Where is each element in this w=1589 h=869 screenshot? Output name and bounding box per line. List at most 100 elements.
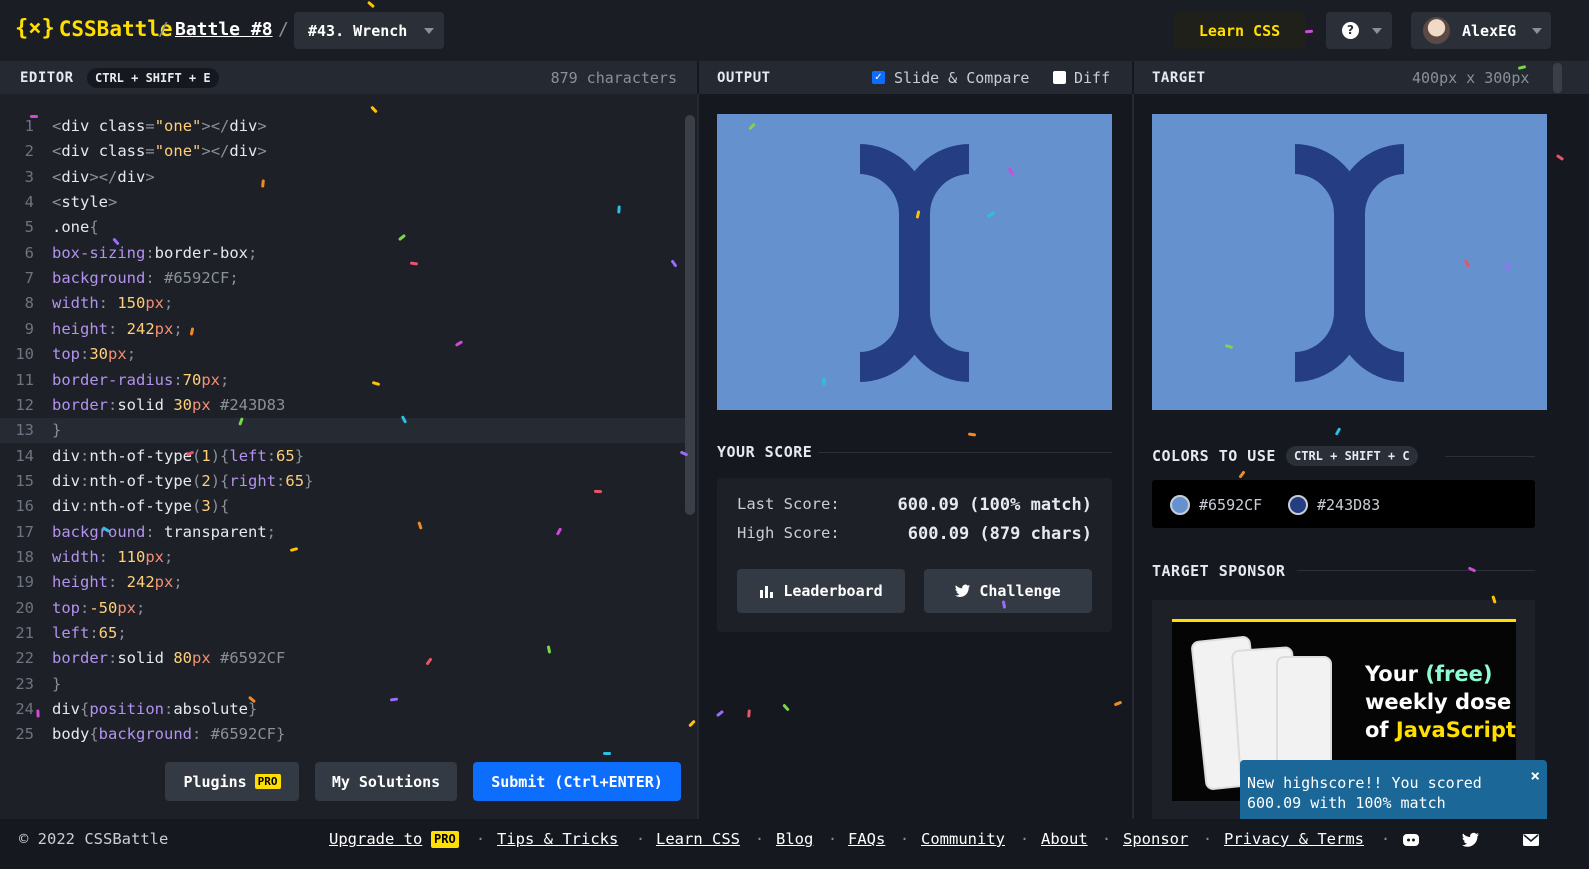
code-line[interactable]: 17 background: transparent; [0, 520, 685, 545]
privacy-terms-link[interactable]: Privacy & Terms [1224, 830, 1364, 848]
code-token: style [61, 193, 109, 212]
breadcrumb-separator: / [158, 19, 169, 40]
code-token: top [52, 598, 80, 617]
code-token: absolute [173, 700, 248, 719]
help-menu-button[interactable]: ? [1326, 12, 1392, 49]
target-select-label: #43. Wrench [308, 21, 408, 40]
challenge-button[interactable]: Challenge [924, 569, 1092, 613]
user-menu-button[interactable]: AlexEG [1411, 12, 1551, 49]
code-line[interactable]: 1 <div class="one"></div> [0, 114, 685, 139]
code-token: right [229, 471, 277, 490]
code-editor[interactable]: 1 <div class="one"></div> 2 <div class="one… [0, 94, 697, 819]
pro-badge[interactable]: PRO [431, 831, 459, 848]
output-canvas[interactable] [717, 114, 1112, 410]
output-shape-mask [781, 114, 1048, 410]
code-text: background: transparent; [52, 520, 276, 545]
code-line[interactable]: 8 width: 150px; [0, 291, 685, 316]
code-text: box-sizing:border-box; [52, 241, 257, 266]
breadcrumb-battle-link[interactable]: Battle #8 [175, 19, 273, 40]
code-token: -50 [89, 598, 118, 617]
community-link[interactable]: Community [921, 830, 1005, 848]
line-number: 21 [15, 624, 34, 642]
about-link[interactable]: About [1041, 830, 1088, 848]
color-swatch[interactable] [1288, 495, 1308, 515]
code-token: nth-of-type [89, 471, 192, 490]
color-swatch[interactable] [1170, 495, 1190, 515]
code-line[interactable]: 3 <div></div> [0, 165, 685, 190]
code-line[interactable]: 2 <div class="one"></div> [0, 139, 685, 164]
score-card: Last Score: 600.09 (100% match) High Sco… [717, 478, 1112, 632]
code-token: { [220, 471, 230, 490]
leaderboard-button[interactable]: Leaderboard [737, 569, 905, 613]
code-line[interactable]: 15 div:nth-of-type(2){right:65} [0, 469, 685, 494]
code-token: = [145, 142, 155, 161]
breadcrumb-separator: / [278, 19, 289, 40]
learn-css-link[interactable]: Learn CSS [656, 830, 740, 848]
cssbattle-logo[interactable]: {×} CSSBattle [15, 17, 173, 41]
twitter-icon[interactable] [1462, 832, 1480, 848]
code-token: ; [136, 598, 146, 617]
code-line[interactable]: 22 border:solid 80px #6592CF [0, 646, 685, 671]
code-text: left:65; [52, 621, 127, 646]
diff-checkbox[interactable] [1053, 71, 1066, 84]
code-line[interactable]: 16 div:nth-of-type(3){ [0, 494, 685, 519]
code-line[interactable]: 9 height: 242px; [0, 317, 685, 342]
confetti-piece [30, 115, 38, 118]
mail-icon[interactable] [1522, 832, 1540, 848]
code-line[interactable]: 12 border:solid 30px #243D83 [0, 393, 685, 418]
code-token: : [80, 345, 90, 364]
confetti-piece [593, 489, 603, 494]
code-line[interactable]: 20 top:-50px; [0, 596, 685, 621]
learn-css-button[interactable]: Learn CSS [1173, 12, 1306, 49]
panel-scrollbar[interactable] [1553, 63, 1562, 93]
code-token: background [52, 269, 146, 288]
code-line[interactable]: 7 background: #6592CF; [0, 266, 685, 291]
slide-compare-checkbox[interactable]: ✓ [872, 71, 885, 84]
code-line[interactable]: 5 .one{ [0, 215, 685, 240]
blog-link[interactable]: Blog [776, 830, 813, 848]
code-line[interactable]: 24 div{position:absolute} [0, 697, 685, 722]
code-line[interactable]: 10 top:30px; [0, 342, 685, 367]
divider [1297, 570, 1535, 571]
ad-line: Your [1365, 662, 1426, 686]
code-line[interactable]: 18 width: 110px; [0, 545, 685, 570]
plugins-button[interactable]: Plugins PRO [165, 762, 299, 801]
code-line[interactable]: 23} [0, 672, 685, 697]
line-number: 16 [15, 497, 34, 516]
my-solutions-button[interactable]: My Solutions [315, 762, 457, 801]
confetti-piece [747, 709, 751, 718]
slide-compare-label[interactable]: Slide & Compare [894, 69, 1029, 87]
code-line[interactable]: 6 box-sizing:border-box; [0, 241, 685, 266]
code-line[interactable]: 13} [0, 418, 685, 444]
code-text: width: 110px; [52, 545, 173, 570]
code-token: div [229, 142, 258, 161]
line-number: 10 [15, 345, 34, 364]
code-token: nth-of-type [89, 446, 192, 465]
submit-button[interactable]: Submit (Ctrl+ENTER) [473, 762, 681, 801]
code-token: } [304, 471, 314, 490]
close-icon[interactable]: × [1530, 766, 1540, 786]
code-token: px [154, 319, 174, 338]
code-token: "one" [154, 142, 202, 161]
sponsor-link[interactable]: Sponsor [1123, 830, 1188, 848]
code-line[interactable]: 11 border-radius:70px; [0, 368, 685, 393]
code-line[interactable]: 14 div:nth-of-type(1){left:65} [0, 444, 685, 469]
code-line[interactable]: 19 height: 242px; [0, 570, 685, 595]
target-select[interactable]: #43. Wrench [294, 12, 444, 49]
color-hex[interactable]: #6592CF [1199, 496, 1262, 514]
tips-link[interactable]: Tips & Tricks [497, 830, 618, 848]
confetti-piece [1238, 470, 1246, 479]
discord-icon[interactable] [1402, 832, 1420, 848]
code-line[interactable]: 25 body{background: #6592CF} [0, 722, 685, 747]
upgrade-link[interactable]: Upgrade to [329, 830, 422, 848]
code-line[interactable]: 4 <style> [0, 190, 685, 215]
faqs-link[interactable]: FAQs [848, 830, 885, 848]
code-token: : [108, 573, 127, 592]
diff-label[interactable]: Diff [1074, 69, 1110, 87]
color-hex[interactable]: #243D83 [1317, 496, 1380, 514]
code-text: background: #6592CF; [52, 266, 239, 291]
line-number: 14 [15, 446, 34, 465]
code-token: : [80, 446, 90, 465]
code-line[interactable]: 21 left:65; [0, 621, 685, 646]
high-score-label: High Score: [737, 524, 840, 542]
